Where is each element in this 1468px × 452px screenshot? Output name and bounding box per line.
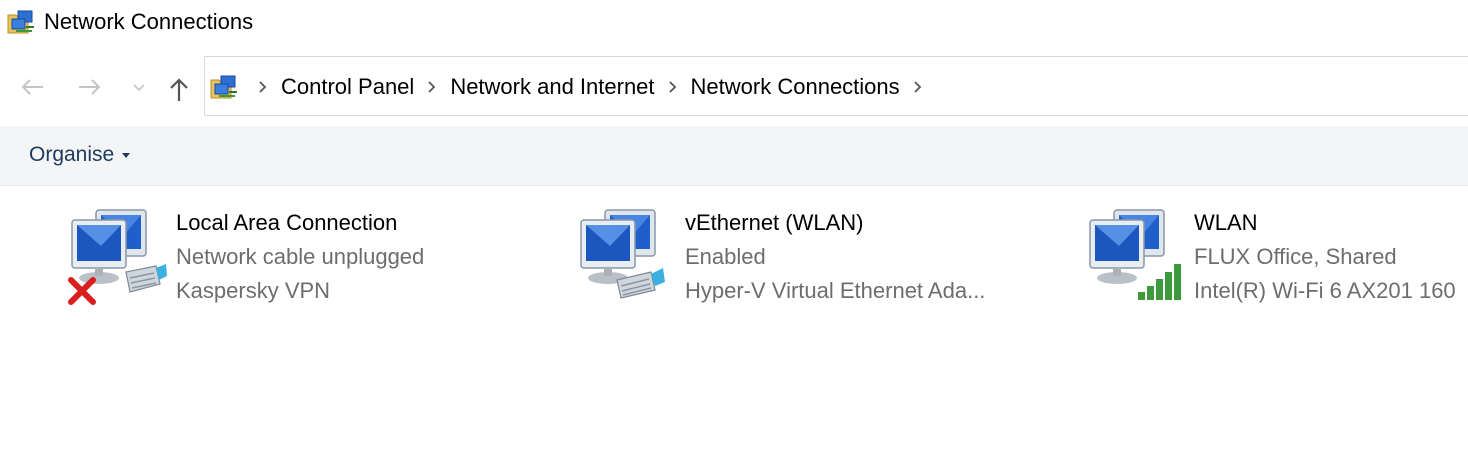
connection-text: WLAN FLUX Office, Shared Intel(R) Wi-Fi … [1194,206,1468,308]
organise-label: Organise [29,143,115,166]
up-button[interactable] [164,74,194,104]
arrow-right-icon [79,79,101,95]
forward-button[interactable] [75,72,105,102]
breadcrumb-separator-icon[interactable] [418,57,446,117]
organise-button[interactable]: Organise [29,143,131,167]
chevron-down-icon [133,84,145,92]
title-bar: Network Connections [0,0,1468,48]
back-button[interactable] [17,72,47,102]
red-x-icon [68,277,96,305]
network-adapter-icon [580,209,665,299]
breadcrumb-network-connections[interactable]: Network Connections [687,74,904,100]
connection-status: Enabled [685,244,766,269]
caret-down-icon [122,153,131,158]
address-bar[interactable]: Control Panel Network and Internet Netwo… [204,56,1468,116]
connection-text: Local Area Connection Network cable unpl… [176,206,424,308]
command-bar: Organise [0,126,1468,186]
ethernet-cable-icon [616,268,665,299]
arrow-up-icon [170,78,188,101]
breadcrumb-separator-icon[interactable] [904,57,932,117]
recent-locations-button[interactable] [124,72,154,102]
ethernet-cable-icon [125,264,167,293]
breadcrumb-separator-icon[interactable] [249,57,277,117]
connection-status: FLUX Office, Shared [1194,244,1397,269]
connection-item-vethernet-wlan[interactable]: vEthernet (WLAN) Enabled Hyper-V Virtual… [577,196,1037,316]
connection-name: vEthernet (WLAN) [685,210,864,235]
connection-name: Local Area Connection [176,210,398,235]
connection-name: WLAN [1194,210,1258,235]
connection-text: vEthernet (WLAN) Enabled Hyper-V Virtual… [685,206,985,308]
window-title: Network Connections [44,9,254,34]
connection-device: Intel(R) Wi-Fi 6 AX201 160 [1194,278,1456,303]
network-connections-icon [7,10,34,34]
connection-item-local-area-connection[interactable]: Local Area Connection Network cable unpl… [68,196,528,316]
connections-list: Local Area Connection Network cable unpl… [0,196,1468,326]
wifi-signal-icon [1138,264,1181,300]
connection-device: Kaspersky VPN [176,278,331,303]
network-adapter-icon [68,209,167,305]
arrow-left-icon [21,79,43,95]
breadcrumb: Control Panel Network and Internet Netwo… [249,57,932,117]
breadcrumb-separator-icon[interactable] [659,57,687,117]
connection-status: Network cable unplugged [176,244,425,269]
connection-item-wlan[interactable]: WLAN FLUX Office, Shared Intel(R) Wi-Fi … [1086,196,1468,316]
breadcrumb-network-and-internet[interactable]: Network and Internet [446,74,658,100]
breadcrumb-control-panel[interactable]: Control Panel [277,74,418,100]
connection-device: Hyper-V Virtual Ethernet Ada... [685,278,986,303]
network-adapter-icon [1089,209,1181,300]
network-connections-icon [210,75,237,99]
